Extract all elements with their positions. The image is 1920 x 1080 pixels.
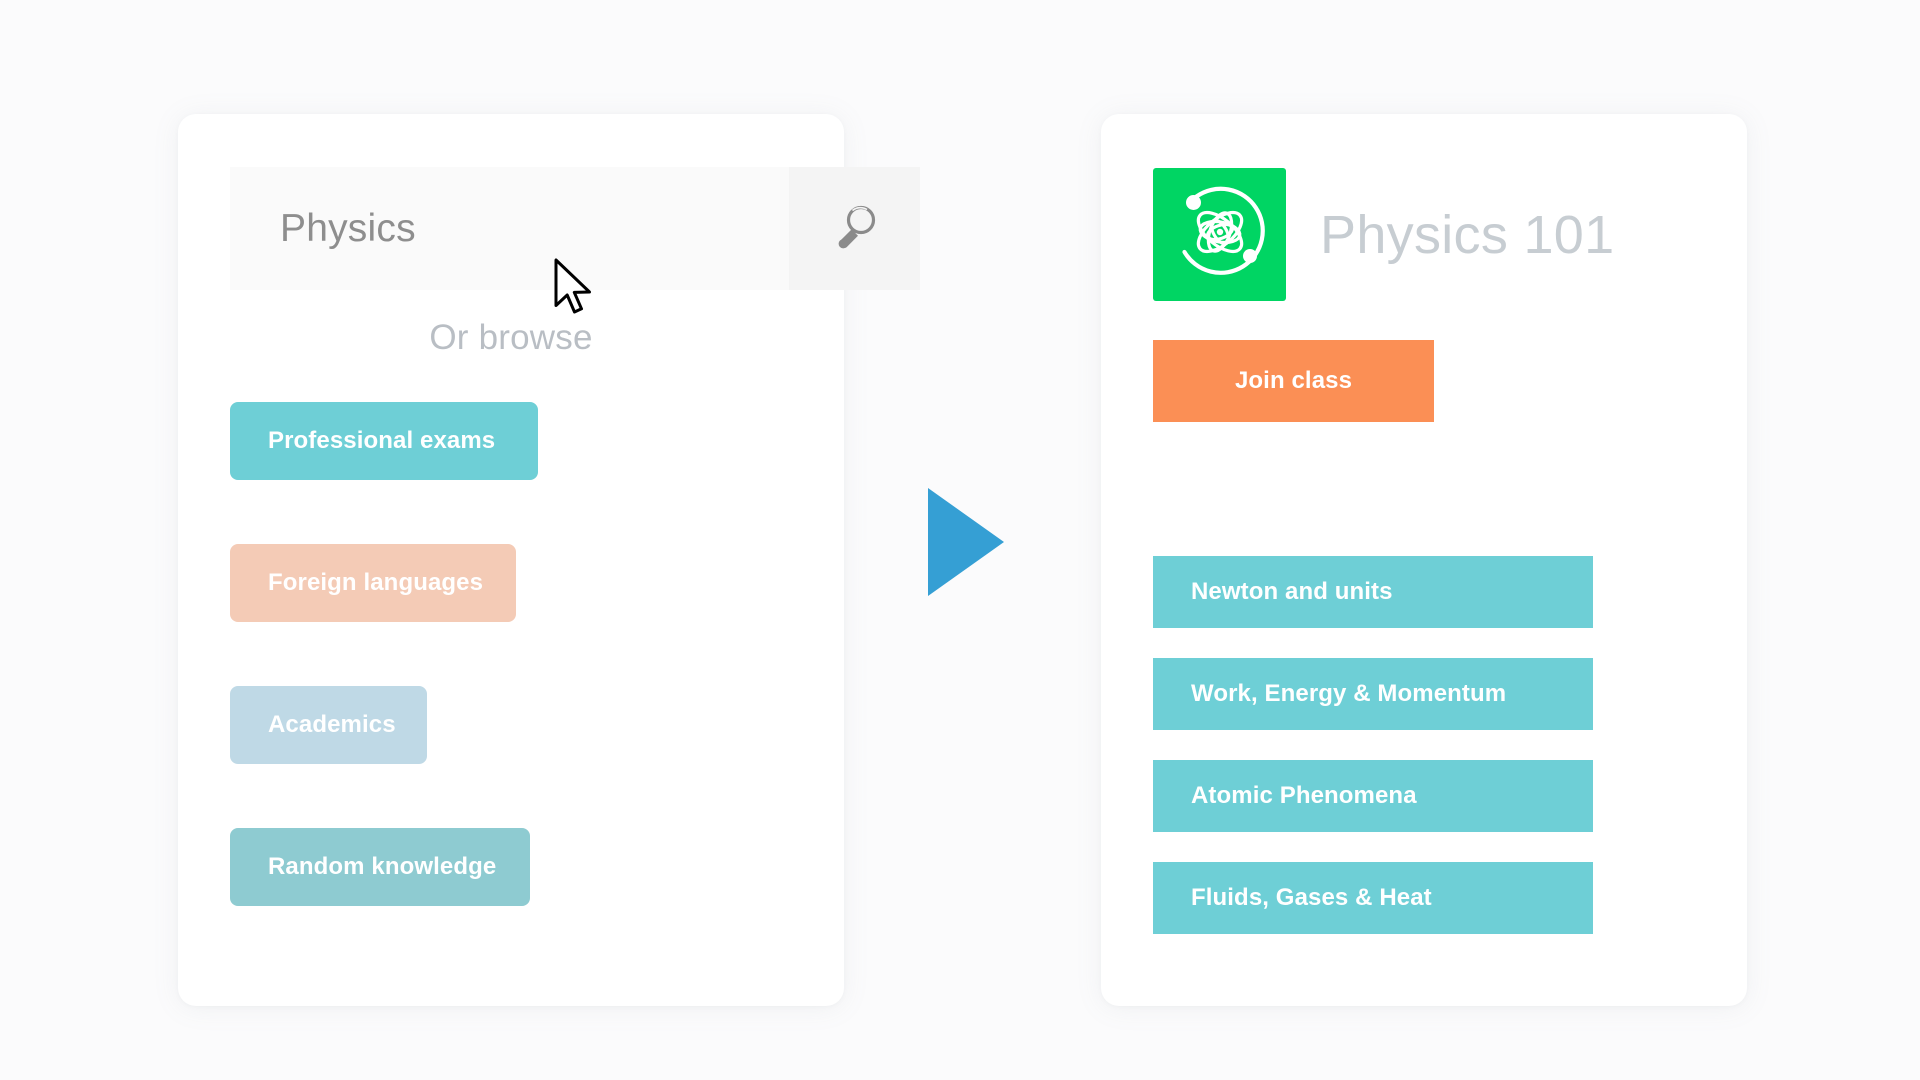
browse-button-foreign-languages[interactable]: Foreign languages [230, 544, 516, 622]
search-icon [827, 199, 883, 258]
class-logo [1153, 168, 1286, 301]
screen-canvas: Or browse Professional exams Foreign lan… [0, 0, 1920, 1080]
join-class-button[interactable]: Join class [1153, 340, 1434, 422]
deck-item-newton-and-units[interactable]: Newton and units [1153, 556, 1593, 628]
deck-item-fluids-gases-heat[interactable]: Fluids, Gases & Heat [1153, 862, 1593, 934]
search-button[interactable] [789, 167, 920, 290]
browse-button-label: Academics [268, 711, 396, 738]
class-header: Physics 101 [1153, 168, 1614, 301]
deck-item-label: Newton and units [1191, 578, 1393, 605]
flow-arrow-icon [928, 488, 1008, 596]
search-input[interactable] [230, 167, 789, 290]
class-detail-card: Physics 101 Join class Decks Newton and … [1101, 114, 1747, 1006]
deck-item-label: Work, Energy & Momentum [1191, 680, 1507, 707]
class-title: Physics 101 [1320, 204, 1615, 265]
deck-list: Newton and units Work, Energy & Momentum… [1153, 556, 1593, 964]
or-browse-label: Or browse [429, 318, 593, 357]
deck-item-work-energy-momentum[interactable]: Work, Energy & Momentum [1153, 658, 1593, 730]
browse-button-label: Random knowledge [268, 853, 497, 880]
browse-button-label: Professional exams [268, 427, 496, 454]
browse-button-label: Foreign languages [268, 569, 484, 596]
atom-icon [1168, 180, 1272, 289]
browse-button-random-knowledge[interactable]: Random knowledge [230, 828, 530, 906]
browse-button-academics[interactable]: Academics [230, 686, 427, 764]
search-row [230, 167, 920, 290]
deck-item-atomic-phenomena[interactable]: Atomic Phenomena [1153, 760, 1593, 832]
browse-button-list: Professional exams Foreign languages Aca… [230, 402, 790, 970]
browse-button-professional-exams[interactable]: Professional exams [230, 402, 538, 480]
search-card: Or browse Professional exams Foreign lan… [178, 114, 920, 1006]
join-class-label: Join class [1234, 367, 1353, 394]
deck-item-label: Fluids, Gases & Heat [1191, 884, 1432, 911]
deck-item-label: Atomic Phenomena [1191, 782, 1417, 809]
